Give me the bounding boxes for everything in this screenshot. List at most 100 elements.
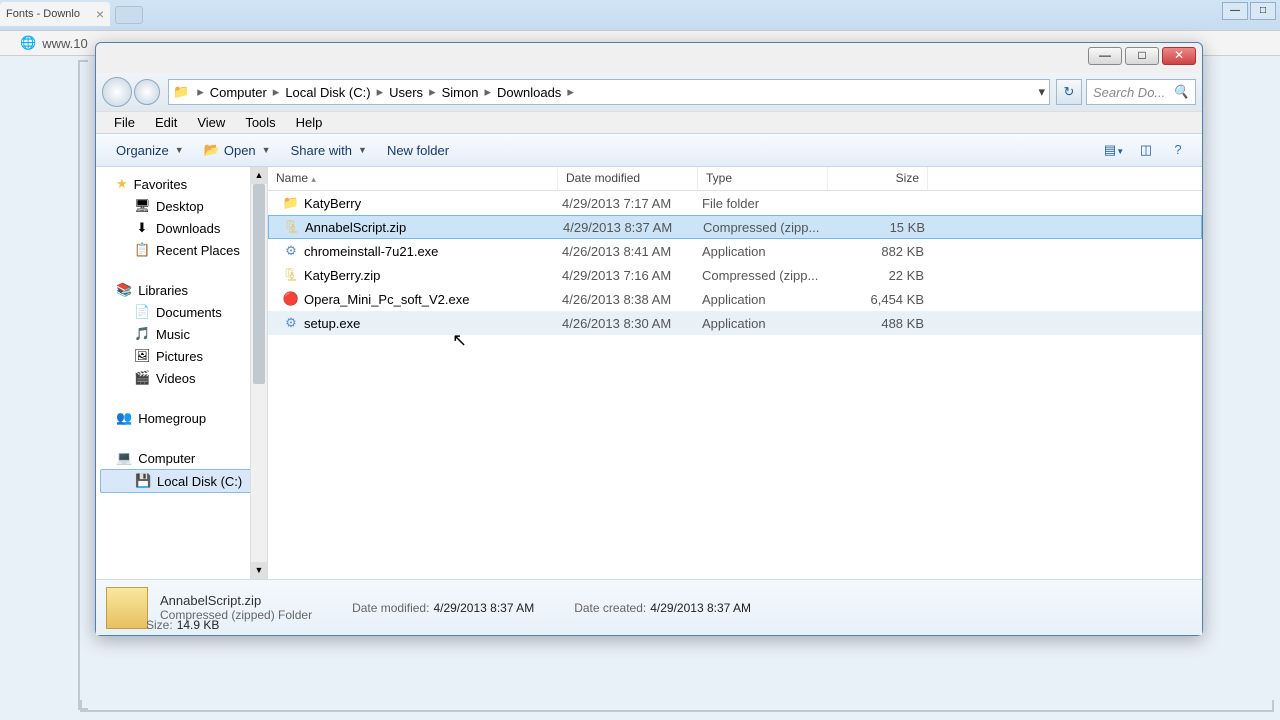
breadcrumb-sep: ▸ [195,84,206,100]
sidebar-item-pictures[interactable]: 🖼Pictures [96,345,267,367]
file-name: chromeinstall-7u21.exe [304,244,562,259]
organize-button[interactable]: Organize▼ [106,139,194,162]
breadcrumb-sep[interactable]: ▸ [427,84,438,100]
browser-maximize-icon[interactable]: □ [1250,2,1276,20]
files-container[interactable]: 📁KatyBerry4/29/2013 7:17 AMFile folder 🗜 A… [268,191,1202,579]
share-with-button[interactable]: Share with▼ [281,139,377,162]
sidebar-item-desktop[interactable]: 🖥Desktop [96,195,267,217]
details-created-label: Date created: [574,601,646,615]
file-name: setup.exe [304,316,562,331]
address-dropdown-icon[interactable]: ▾ [1038,84,1045,100]
breadcrumb-sep[interactable]: ▸ [482,84,493,100]
search-icon[interactable]: 🔍 [1173,84,1189,100]
open-icon: 📂 [204,142,220,158]
minimize-button[interactable]: — [1088,47,1122,65]
file-date: 4/29/2013 8:37 AM [563,220,703,235]
search-input[interactable]: Search Do... 🔍 [1086,79,1196,105]
libraries-header[interactable]: 📚 Libraries [96,279,267,301]
search-placeholder: Search Do... [1093,85,1165,100]
browser-tab[interactable]: Fonts - Downlo × [0,2,110,26]
details-size-label: Size: [146,618,173,632]
breadcrumb-sep[interactable]: ▸ [565,84,576,100]
breadcrumb-computer[interactable]: Computer [206,85,271,100]
scroll-up-icon[interactable]: ▲ [251,167,267,184]
file-type: Application [702,244,832,259]
exe-icon: ⚙ [282,243,300,259]
breadcrumb-sep[interactable]: ▸ [375,84,386,100]
breadcrumb-sep[interactable]: ▸ [271,84,282,100]
menu-bar: File Edit View Tools Help [96,111,1202,133]
scroll-thumb[interactable] [253,184,265,384]
details-created: 4/29/2013 8:37 AM [650,601,751,615]
computer-icon: 💻 [116,450,132,466]
menu-view[interactable]: View [187,113,235,132]
file-row[interactable]: 🔴 Opera_Mini_Pc_soft_V2.exe4/26/2013 8:38… [268,287,1202,311]
file-list: Name ▴ Date modified Type Size 📁KatyBerr… [268,167,1202,579]
file-name: AnnabelScript.zip [305,220,563,235]
file-type: Compressed (zipp... [702,268,832,283]
column-date[interactable]: Date modified [558,167,698,190]
forward-button[interactable] [134,79,160,105]
breadcrumb-simon[interactable]: Simon [438,85,483,100]
new-folder-button[interactable]: New folder [377,139,459,162]
computer-header[interactable]: 💻 Computer [96,447,267,469]
refresh-button[interactable]: ↻ [1056,79,1082,105]
file-name: KatyBerry.zip [304,268,562,283]
back-button[interactable] [102,77,132,107]
file-date: 4/29/2013 7:17 AM [562,196,702,211]
opera-icon: 🔴 [282,291,300,307]
column-name[interactable]: Name ▴ [268,167,558,190]
browser-url: www.10 [42,36,88,51]
explorer-titlebar[interactable]: — □ ✕ [96,43,1202,73]
exe-icon: ⚙ [282,315,300,331]
breadcrumb-localdisk[interactable]: Local Disk (C:) [281,85,374,100]
column-size[interactable]: Size [828,167,928,190]
file-name: Opera_Mini_Pc_soft_V2.exe [304,292,562,307]
browser-minimize-icon[interactable]: — [1222,2,1248,20]
file-type: Application [702,316,832,331]
address-bar[interactable]: 📁 ▸ Computer ▸ Local Disk (C:) ▸ Users ▸… [168,79,1050,105]
open-button[interactable]: 📂 Open▼ [194,138,281,162]
menu-file[interactable]: File [104,113,145,132]
browser-window-controls: — □ [1220,2,1276,20]
details-size: 14.9 KB [177,618,220,632]
file-type: File folder [702,196,832,211]
scroll-down-icon[interactable]: ▼ [251,562,267,579]
zip-icon: 🗜 [283,219,301,235]
sidebar-item-videos[interactable]: 🎬Videos [96,367,267,389]
nav-scrollbar[interactable]: ▲ ▼ [250,167,267,579]
homegroup-header[interactable]: 👥 Homegroup [96,407,267,429]
details-pane: AnnabelScript.zip Compressed (zipped) Fo… [96,579,1202,635]
file-row[interactable]: 🗜KatyBerry.zip4/29/2013 7:16 AMCompresse… [268,263,1202,287]
maximize-button[interactable]: □ [1125,47,1159,65]
file-date: 4/26/2013 8:38 AM [562,292,702,307]
file-size: 15 KB [833,220,925,235]
preview-pane-button[interactable]: ◫ [1132,138,1160,162]
main-content: ★ Favorites 🖥Desktop ⬇Downloads 📋Recent … [96,167,1202,579]
menu-help[interactable]: Help [286,113,333,132]
tab-close-icon[interactable]: × [96,6,104,22]
help-button[interactable]: ? [1164,138,1192,162]
file-row[interactable]: 📁KatyBerry4/29/2013 7:17 AMFile folder [268,191,1202,215]
sidebar-item-documents[interactable]: 📄Documents [96,301,267,323]
new-tab-button[interactable] [115,6,143,24]
chevron-down-icon: ▼ [262,145,271,155]
breadcrumb-downloads[interactable]: Downloads [493,85,565,100]
column-type[interactable]: Type [698,167,828,190]
videos-icon: 🎬 [134,370,150,386]
file-row[interactable]: ⚙chromeinstall-7u21.exe4/26/2013 8:41 AM… [268,239,1202,263]
menu-edit[interactable]: Edit [145,113,187,132]
pictures-icon: 🖼 [134,348,150,364]
view-options-button[interactable]: ▤▼ [1100,138,1128,162]
favorites-header[interactable]: ★ Favorites [96,173,267,195]
file-row[interactable]: ⚙setup.exe4/26/2013 8:30 AMApplication48… [268,311,1202,335]
sidebar-item-music[interactable]: 🎵Music [96,323,267,345]
sidebar-item-localdisk[interactable]: 💾Local Disk (C:) [100,469,263,493]
sidebar-item-recent[interactable]: 📋Recent Places [96,239,267,261]
homegroup-group: 👥 Homegroup [96,407,267,429]
breadcrumb-users[interactable]: Users [385,85,427,100]
close-button[interactable]: ✕ [1162,47,1196,65]
menu-tools[interactable]: Tools [235,113,285,132]
file-row[interactable]: 🗜AnnabelScript.zip4/29/2013 8:37 AMCompr… [268,215,1202,239]
sidebar-item-downloads[interactable]: ⬇Downloads [96,217,267,239]
